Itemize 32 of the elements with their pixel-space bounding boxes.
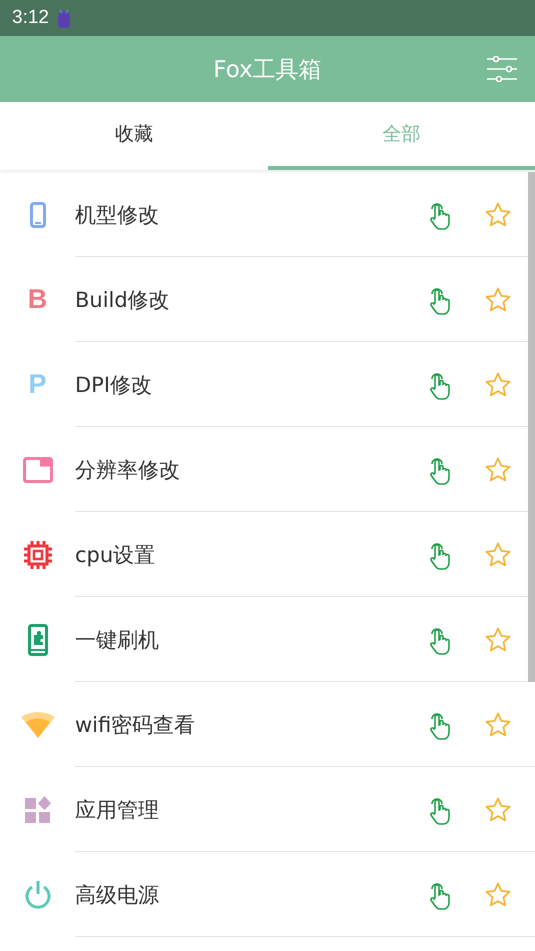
star-icon[interactable] [485, 627, 511, 652]
letter-icon: P [28, 371, 46, 398]
star-icon[interactable] [485, 202, 511, 227]
tool-label: DPI修改 [75, 372, 154, 398]
star-icon[interactable] [485, 457, 511, 482]
tool-label: 应用管理 [75, 796, 160, 824]
tool-label: 分辨率修改 [75, 456, 181, 484]
star-icon[interactable] [485, 287, 511, 312]
settings-sliders-icon[interactable] [487, 56, 517, 82]
tool-label: 机型修改 [75, 202, 160, 228]
letter-icon: B [28, 286, 48, 313]
tool-label: 一键刷机 [75, 626, 160, 654]
window-icon [22, 456, 52, 482]
phone-puzzle-icon [28, 624, 48, 656]
app-title: Fox工具箱 [213, 56, 322, 84]
star-icon[interactable] [485, 542, 511, 567]
star-icon[interactable] [485, 712, 511, 737]
phone-icon [30, 202, 46, 228]
tab[interactable]: 收藏 [0, 102, 268, 170]
star-icon[interactable] [485, 372, 511, 397]
tool-label: wifi密码查看 [75, 712, 196, 738]
tool-label: 高级电源 [75, 882, 160, 908]
wifi-icon [20, 710, 56, 738]
chip-icon [22, 540, 52, 570]
status-time: 3:12 [12, 7, 49, 29]
tool-label: cpu设置 [75, 542, 156, 568]
star-icon[interactable] [485, 882, 511, 907]
apps-icon [24, 796, 52, 824]
star-icon[interactable] [485, 797, 511, 822]
android-icon [56, 8, 71, 28]
tool-label: Build修改 [75, 286, 171, 314]
power-icon [24, 880, 52, 910]
